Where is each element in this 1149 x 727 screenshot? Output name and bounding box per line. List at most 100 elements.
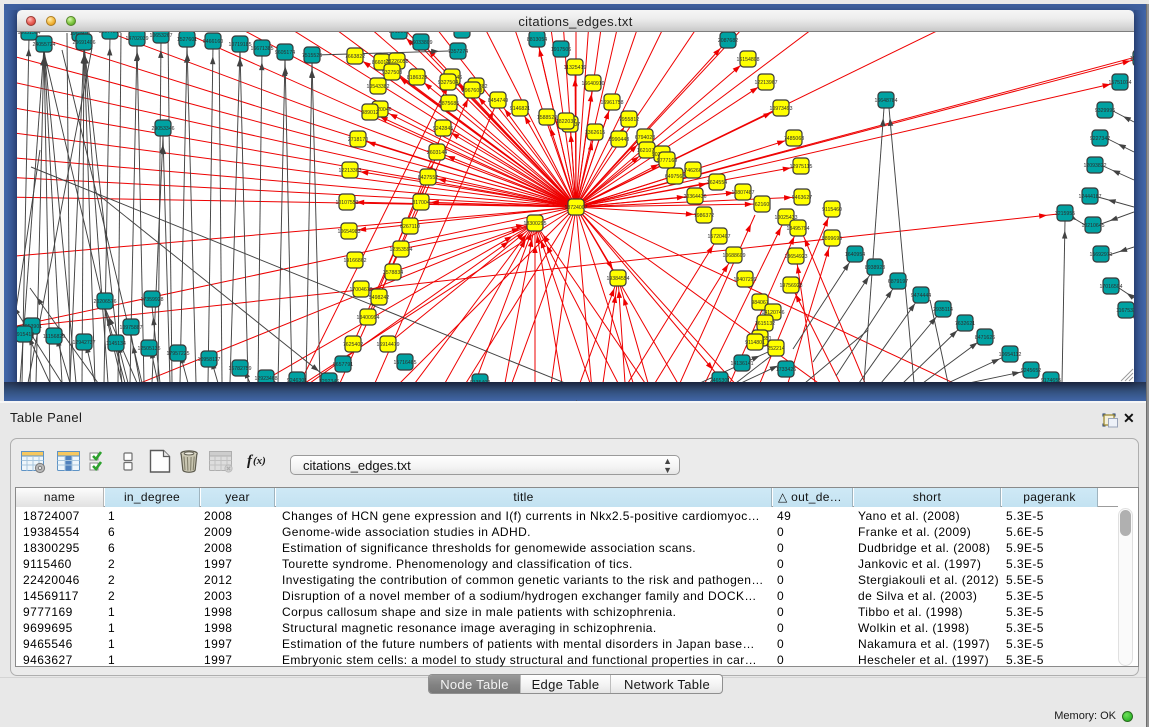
svg-text:12923468: 12923468 (254, 376, 277, 382)
svg-text:10210645: 10210645 (1081, 223, 1104, 229)
svg-text:9114801: 9114801 (745, 340, 765, 346)
svg-text:14136141: 14136141 (730, 361, 753, 367)
svg-text:9135404: 9135404 (470, 380, 490, 382)
svg-text:18407299: 18407299 (733, 277, 756, 283)
svg-text:19166862: 19166862 (343, 258, 366, 264)
svg-text:7632621: 7632621 (955, 321, 975, 327)
svg-text:5498242: 5498242 (369, 295, 389, 301)
svg-text:9227342: 9227342 (1090, 136, 1110, 142)
svg-text:20364436: 20364436 (683, 194, 706, 200)
svg-text:8267110: 8267110 (400, 224, 420, 230)
svg-text:9463627: 9463627 (792, 195, 812, 201)
svg-text:8454749: 8454749 (488, 98, 508, 104)
svg-text:16671385: 16671385 (250, 46, 273, 52)
svg-text:17957225: 17957225 (166, 351, 189, 357)
svg-text:11128506: 11128506 (1130, 56, 1134, 62)
svg-text:20206576: 20206576 (93, 299, 116, 305)
svg-text:3215955: 3215955 (1055, 211, 1075, 217)
svg-text:8912954: 8912954 (389, 32, 409, 35)
svg-text:2967608: 2967608 (462, 88, 482, 94)
svg-text:16961758: 16961758 (600, 100, 623, 106)
svg-text:17359928: 17359928 (140, 297, 163, 303)
svg-text:12213967: 12213967 (754, 80, 777, 86)
svg-text:8427552: 8427552 (418, 175, 438, 181)
svg-text:15716485: 15716485 (393, 360, 416, 366)
svg-text:10719185: 10719185 (228, 42, 251, 48)
svg-text:17016504: 17016504 (1099, 284, 1122, 290)
svg-text:6466160: 6466160 (203, 39, 223, 45)
svg-text:7663822: 7663822 (345, 54, 365, 60)
svg-text:19384554: 19384554 (606, 276, 629, 282)
svg-text:7625402: 7625402 (343, 342, 363, 348)
svg-text:6497568: 6497568 (665, 174, 685, 180)
svg-text:10977316: 10977316 (98, 32, 121, 35)
svg-text:7515526: 7515526 (302, 53, 322, 59)
svg-text:9329996: 9329996 (1095, 108, 1115, 114)
svg-text:7955812: 7955812 (619, 117, 639, 123)
svg-text:1527601: 1527601 (177, 37, 197, 43)
svg-text:989012: 989012 (361, 110, 378, 116)
svg-text:8899695: 8899695 (822, 236, 842, 242)
svg-text:11156829: 11156829 (43, 334, 65, 340)
svg-text:10958117: 10958117 (198, 357, 221, 363)
svg-text:1292346: 1292346 (319, 379, 339, 382)
svg-text:6879197: 6879197 (888, 279, 908, 285)
svg-text:16648784: 16648784 (874, 98, 897, 104)
svg-text:16782759: 16782759 (228, 366, 251, 372)
svg-text:10653267: 10653267 (149, 33, 172, 39)
svg-text:15692971: 15692971 (1089, 252, 1112, 258)
svg-text:1733426: 1733426 (776, 367, 796, 373)
svg-text:(x): (x) (253, 455, 266, 467)
svg-text:11325419: 11325419 (564, 65, 587, 71)
svg-text:1145134: 1145134 (106, 341, 126, 347)
svg-text:10654983: 10654983 (337, 229, 360, 235)
svg-text:29053346: 29053346 (151, 126, 174, 132)
svg-text:9777169: 9777169 (657, 158, 677, 164)
svg-text:1362615: 1362615 (585, 130, 605, 136)
svg-text:18631304: 18631304 (17, 32, 40, 36)
svg-text:16914479: 16914479 (376, 342, 399, 348)
svg-text:9382101: 9382101 (452, 32, 472, 34)
svg-text:19756928: 19756928 (779, 283, 802, 289)
svg-text:1822037: 1822037 (556, 119, 576, 125)
svg-text:12444187: 12444187 (1078, 194, 1101, 200)
svg-text:10975887: 10975887 (119, 325, 142, 331)
svg-text:746266: 746266 (684, 168, 701, 174)
svg-text:18724007: 18724007 (564, 205, 587, 211)
svg-text:8938923: 8938923 (865, 265, 885, 271)
svg-text:10543382: 10543382 (366, 84, 389, 90)
svg-text:2935114: 2935114 (933, 307, 953, 313)
svg-text:2087682: 2087682 (718, 38, 738, 44)
svg-text:10807487: 10807487 (731, 190, 754, 196)
svg-text:9245652: 9245652 (1021, 368, 1041, 374)
svg-text:8990443: 8990443 (609, 137, 629, 143)
svg-text:9657791: 9657791 (333, 362, 353, 368)
svg-text:1615132: 1615132 (755, 321, 775, 327)
svg-text:10107553: 10107553 (335, 200, 358, 206)
svg-text:13495794: 13495794 (786, 226, 809, 232)
svg-text:16640910: 16640910 (581, 81, 604, 87)
svg-text:9327504: 9327504 (438, 80, 458, 86)
svg-text:15720407: 15720407 (707, 234, 730, 240)
svg-text:62160: 62160 (755, 202, 770, 208)
svg-text:9115460: 9115460 (822, 207, 842, 213)
svg-text:24055724: 24055724 (32, 42, 55, 48)
svg-text:1588520: 1588520 (537, 115, 557, 121)
svg-text:16033809: 16033809 (409, 40, 432, 46)
svg-text:8186323: 8186323 (407, 75, 427, 81)
svg-text:2718170: 2718170 (348, 137, 368, 143)
svg-text:12213363: 12213363 (338, 168, 361, 174)
svg-text:18400994: 18400994 (356, 315, 379, 321)
svg-text:16154808: 16154808 (736, 57, 759, 63)
svg-text:12093822: 12093822 (1083, 163, 1106, 169)
svg-text:2603144: 2603144 (427, 150, 447, 156)
svg-text:9146821: 9146821 (510, 106, 530, 112)
svg-text:20691406: 20691406 (72, 40, 95, 46)
svg-text:7485063: 7485063 (784, 136, 804, 142)
svg-text:7986372: 7986372 (694, 213, 714, 219)
svg-text:817004: 817004 (412, 200, 429, 206)
svg-text:17004678: 17004678 (349, 287, 372, 293)
svg-text:10973493: 10973493 (769, 106, 792, 112)
svg-text:12975115: 12975115 (790, 164, 813, 170)
svg-text:7357274: 7357274 (448, 49, 468, 55)
